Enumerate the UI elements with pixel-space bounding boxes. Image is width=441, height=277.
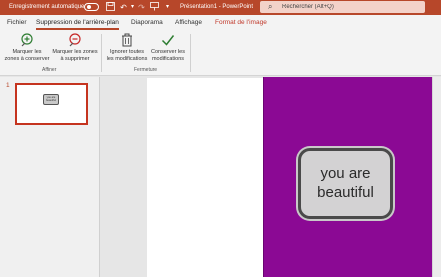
more-icon[interactable]: ▾ [162,2,173,13]
autosave-label: Enregistrement automatique [9,4,85,10]
vertical-scrollbar[interactable] [432,77,441,277]
toggle-knob [87,5,91,9]
badge-text-line1: you are [320,165,371,182]
thumbnail-badge-line2: beautiful [46,99,56,103]
checkmark-icon [161,35,175,46]
slide-thumbnail[interactable]: you are beautiful [15,83,88,125]
badge-sign: you are beautiful [298,148,393,219]
ribbon: Marquer les zones à conserver Marquer le… [0,30,441,76]
tab-slideshow[interactable]: Diaporama [131,18,163,27]
tab-view[interactable]: Affichage [175,18,202,27]
autosave-toggle[interactable] [84,3,99,11]
discard-label-2: les modifications [106,56,148,62]
keep-label-2: modifications [151,56,185,62]
mark-keep-icon [21,33,33,47]
mark-keep-label-2: zones à conserver [4,56,50,62]
mark-keep-areas-button[interactable]: Marquer les zones à conserver [3,32,51,63]
slide-thumbnail-pane: 1 you are beautiful [0,77,100,277]
title-bar: Enregistrement automatique ↶ ▾ ↷ ▾ Prése… [0,0,441,15]
discard-label-1: Ignorer toutes [110,49,144,55]
slide-number: 1 [6,82,10,89]
tab-picture-format[interactable]: Format de l'image [215,18,267,27]
ribbon-separator [101,34,102,72]
trash-icon [122,33,132,47]
discard-changes-button[interactable]: Ignorer toutes les modifications [104,32,150,63]
thumbnail-badge: you are beautiful [43,94,59,105]
mark-keep-label-1: Marquer les [12,49,42,55]
group-label-affiner: Affiner [42,67,57,73]
mark-remove-areas-button[interactable]: Marquer les zones à supprimer [52,32,98,63]
keep-changes-button[interactable]: Conserver les modifications [149,32,187,63]
mark-remove-label-1: Marquer les zones [52,49,98,55]
badge-text-line2: beautiful [317,184,374,201]
ribbon-separator [190,34,191,72]
mark-remove-icon [69,33,81,47]
search-icon: ⌕ [268,2,273,11]
mark-remove-label-2: à supprimer [60,56,90,62]
ribbon-tabs: Fichier Suppression de l'arrière-plan Di… [0,15,441,30]
save-icon[interactable] [105,2,116,13]
group-label-fermeture: Fermeture [134,67,158,73]
present-icon[interactable] [149,2,160,13]
redo-icon[interactable]: ↷ [136,2,147,13]
tab-file[interactable]: Fichier [7,18,27,27]
tab-background-removal[interactable]: Suppression de l'arrière-plan [36,18,119,30]
search-box[interactable]: ⌕ [260,1,425,13]
document-title: Présentation1 - PowerPoint [180,4,254,10]
search-input[interactable] [282,2,417,12]
keep-label-1: Conserver les [151,49,185,55]
